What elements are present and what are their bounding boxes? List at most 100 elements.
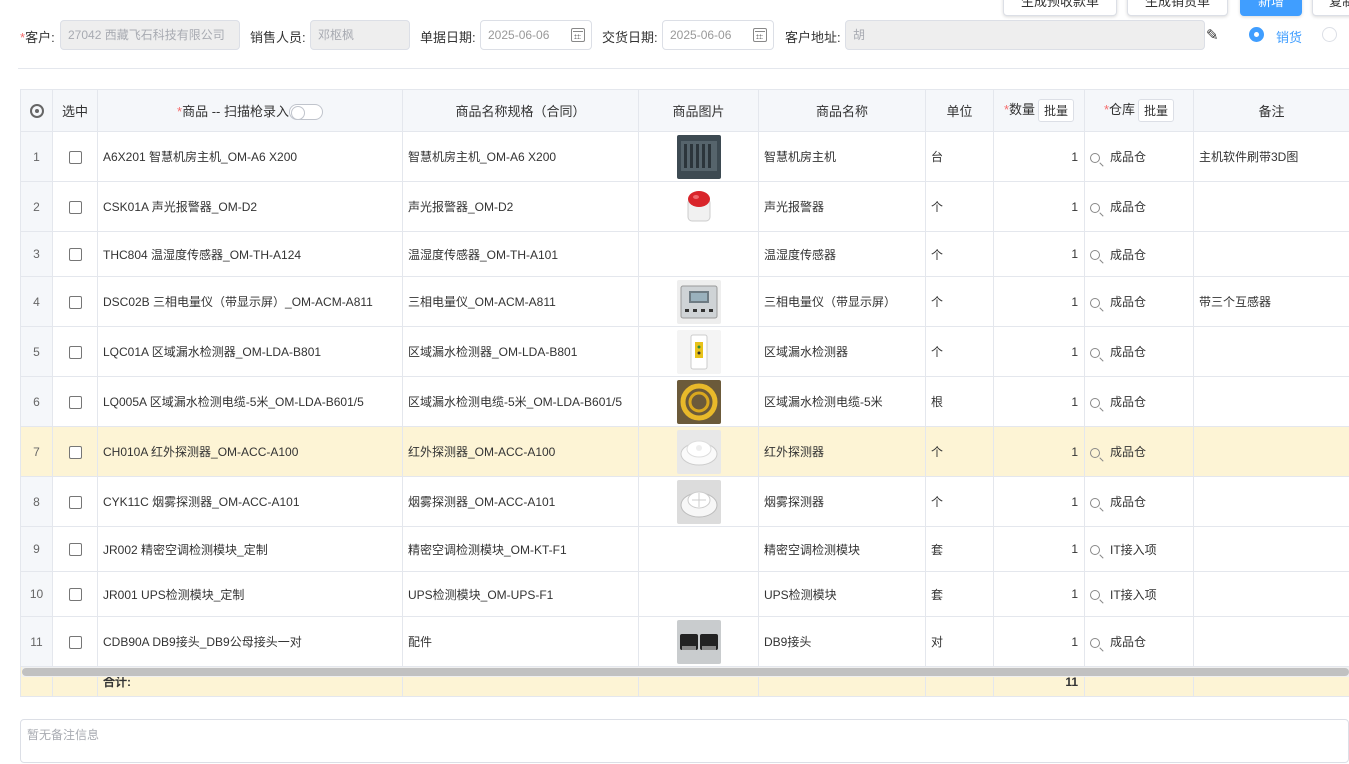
spec-cell[interactable]: 烟雾探测器_OM-ACC-A101 — [402, 476, 639, 527]
qty-cell[interactable]: 1 — [993, 326, 1085, 377]
warehouse-cell[interactable]: 成品仓 — [1084, 376, 1194, 427]
add-button[interactable]: 新增 — [1240, 0, 1302, 16]
warehouse-cell[interactable]: IT接入项 — [1084, 571, 1194, 617]
warehouse-cell[interactable]: 成品仓 — [1084, 326, 1194, 377]
search-icon[interactable] — [1090, 202, 1100, 213]
qty-cell[interactable]: 1 — [993, 276, 1085, 327]
horizontal-scrollbar[interactable] — [22, 667, 1349, 677]
search-icon[interactable] — [1090, 397, 1100, 408]
table-row[interactable]: 8 CYK11C 烟雾探测器_OM-ACC-A101 烟雾探测器_OM-ACC-A1… — [20, 476, 1349, 527]
sales-radio[interactable] — [1249, 27, 1264, 42]
generate-delivery-button[interactable]: 生成销货单 — [1127, 0, 1228, 16]
search-icon[interactable] — [1090, 590, 1100, 601]
search-icon[interactable] — [1090, 545, 1100, 556]
spec-cell[interactable]: 配件 — [402, 616, 639, 667]
remark-cell[interactable] — [1193, 476, 1349, 527]
scanner-toggle[interactable] — [288, 104, 323, 121]
remark-cell[interactable] — [1193, 231, 1349, 277]
row-checkbox[interactable] — [68, 345, 82, 359]
generate-receipt-button[interactable]: 生成预收款单 — [1003, 0, 1117, 16]
row-checkbox[interactable] — [68, 150, 82, 164]
table-row[interactable]: 11 CDB90A DB9接头_DB9公母接头一对 配件 DB9接头对 1 成品仓 — [20, 616, 1349, 667]
remark-cell[interactable] — [1193, 326, 1349, 377]
remark-cell[interactable] — [1193, 376, 1349, 427]
spec-cell[interactable]: 区域漏水检测电缆-5米_OM-LDA-B601/5 — [402, 376, 639, 427]
edit-icon[interactable]: ✎ — [1206, 26, 1219, 44]
remark-cell[interactable] — [1193, 181, 1349, 232]
product-cell[interactable]: CSK01A 声光报警器_OM-D2 — [97, 181, 403, 232]
product-image[interactable] — [644, 279, 753, 324]
scrollbar-thumb[interactable] — [22, 668, 1349, 676]
warehouse-cell[interactable]: 成品仓 — [1084, 476, 1194, 527]
table-row[interactable]: 9 JR002 精密空调检测模块_定制 精密空调检测模块_OM-KT-F1 精密空调检… — [20, 526, 1349, 572]
search-icon[interactable] — [1090, 347, 1100, 358]
product-image[interactable] — [644, 619, 753, 664]
warehouse-batch-button[interactable]: 批量 — [1138, 99, 1175, 123]
product-cell[interactable]: DSC02B 三相电量仪（带显示屏）_OM-ACM-A811 — [97, 276, 403, 327]
warehouse-cell[interactable]: 成品仓 — [1084, 181, 1194, 232]
row-checkbox[interactable] — [68, 495, 82, 509]
qty-cell[interactable]: 1 — [993, 231, 1085, 277]
warehouse-cell[interactable]: 成品仓 — [1084, 426, 1194, 477]
search-icon[interactable] — [1090, 152, 1100, 163]
table-row[interactable]: 5 LQC01A 区域漏水检测器_OM-LDA-B801 区域漏水检测器_OM-LD… — [20, 326, 1349, 377]
qty-cell[interactable]: 1 — [993, 526, 1085, 572]
search-icon[interactable] — [1090, 447, 1100, 458]
remark-cell[interactable] — [1193, 616, 1349, 667]
product-cell[interactable]: LQC01A 区域漏水检测器_OM-LDA-B801 — [97, 326, 403, 377]
row-checkbox[interactable] — [68, 395, 82, 409]
remark-textarea[interactable]: 暂无备注信息 — [20, 719, 1349, 763]
product-image[interactable] — [644, 134, 753, 179]
row-checkbox[interactable] — [68, 445, 82, 459]
doc-date-field[interactable]: 2025-06-06 — [480, 20, 592, 50]
remark-cell[interactable] — [1193, 526, 1349, 572]
search-icon[interactable] — [1090, 250, 1100, 261]
search-icon[interactable] — [1090, 497, 1100, 508]
warehouse-cell[interactable]: 成品仓 — [1084, 616, 1194, 667]
delivery-date-field[interactable]: 2025-06-06 — [662, 20, 774, 50]
qty-cell[interactable]: 1 — [993, 181, 1085, 232]
table-row[interactable]: 1 A6X201 智慧机房主机_OM-A6 X200 智慧机房主机_OM-A6 X2… — [20, 131, 1349, 182]
spec-cell[interactable]: 区域漏水检测器_OM-LDA-B801 — [402, 326, 639, 377]
qty-batch-button[interactable]: 批量 — [1038, 99, 1075, 123]
address-field[interactable]: 胡 — [845, 20, 1205, 50]
product-cell[interactable]: CH010A 红外探测器_OM-ACC-A100 — [97, 426, 403, 477]
product-cell[interactable]: JR001 UPS检测模块_定制 — [97, 571, 403, 617]
table-row[interactable]: 3 THC804 温湿度传感器_OM-TH-A124 温湿度传感器_OM-TH-A1… — [20, 231, 1349, 277]
remark-cell[interactable] — [1193, 571, 1349, 617]
product-cell[interactable]: CYK11C 烟雾探测器_OM-ACC-A101 — [97, 476, 403, 527]
remark-cell[interactable]: 主机软件刷带3D图 — [1193, 131, 1349, 182]
spec-cell[interactable]: 温湿度传感器_OM-TH-A101 — [402, 231, 639, 277]
table-row[interactable]: 10 JR001 UPS检测模块_定制 UPS检测模块_OM-UPS-F1 UPS检测… — [20, 571, 1349, 617]
remark-cell[interactable] — [1193, 426, 1349, 477]
customer-field[interactable]: 27042 西藏飞石科技有限公司 — [60, 20, 240, 50]
salesperson-field[interactable]: 邓枢枫 — [310, 20, 410, 50]
spec-cell[interactable]: 三相电量仪_OM-ACM-A811 — [402, 276, 639, 327]
search-icon[interactable] — [1090, 297, 1100, 308]
warehouse-cell[interactable]: IT接入项 — [1084, 526, 1194, 572]
calendar-icon[interactable] — [571, 28, 585, 42]
qty-cell[interactable]: 1 — [993, 376, 1085, 427]
other-radio[interactable] — [1322, 27, 1337, 42]
row-checkbox[interactable] — [68, 248, 82, 262]
warehouse-cell[interactable]: 成品仓 — [1084, 131, 1194, 182]
product-image[interactable] — [644, 479, 753, 524]
copy-button[interactable]: 复制 — [1312, 0, 1349, 16]
table-row[interactable]: 6 LQ005A 区域漏水检测电缆-5米_OM-LDA-B601/5 区域漏水检测电… — [20, 376, 1349, 427]
row-checkbox[interactable] — [68, 588, 82, 602]
row-checkbox[interactable] — [68, 635, 82, 649]
remark-cell[interactable]: 带三个互感器 — [1193, 276, 1349, 327]
product-image[interactable] — [644, 379, 753, 424]
table-row[interactable]: 7 CH010A 红外探测器_OM-ACC-A100 红外探测器_OM-ACC-A1… — [20, 426, 1349, 477]
product-cell[interactable]: LQ005A 区域漏水检测电缆-5米_OM-LDA-B601/5 — [97, 376, 403, 427]
spec-cell[interactable]: 精密空调检测模块_OM-KT-F1 — [402, 526, 639, 572]
warehouse-cell[interactable]: 成品仓 — [1084, 231, 1194, 277]
row-checkbox[interactable] — [68, 543, 82, 557]
spec-cell[interactable]: 智慧机房主机_OM-A6 X200 — [402, 131, 639, 182]
product-cell[interactable]: THC804 温湿度传感器_OM-TH-A124 — [97, 231, 403, 277]
table-row[interactable]: 4 DSC02B 三相电量仪（带显示屏）_OM-ACM-A811 三相电量仪_OM-… — [20, 276, 1349, 327]
product-cell[interactable]: A6X201 智慧机房主机_OM-A6 X200 — [97, 131, 403, 182]
product-image[interactable] — [644, 329, 753, 374]
row-checkbox[interactable] — [68, 295, 82, 309]
column-settings[interactable] — [20, 89, 53, 132]
